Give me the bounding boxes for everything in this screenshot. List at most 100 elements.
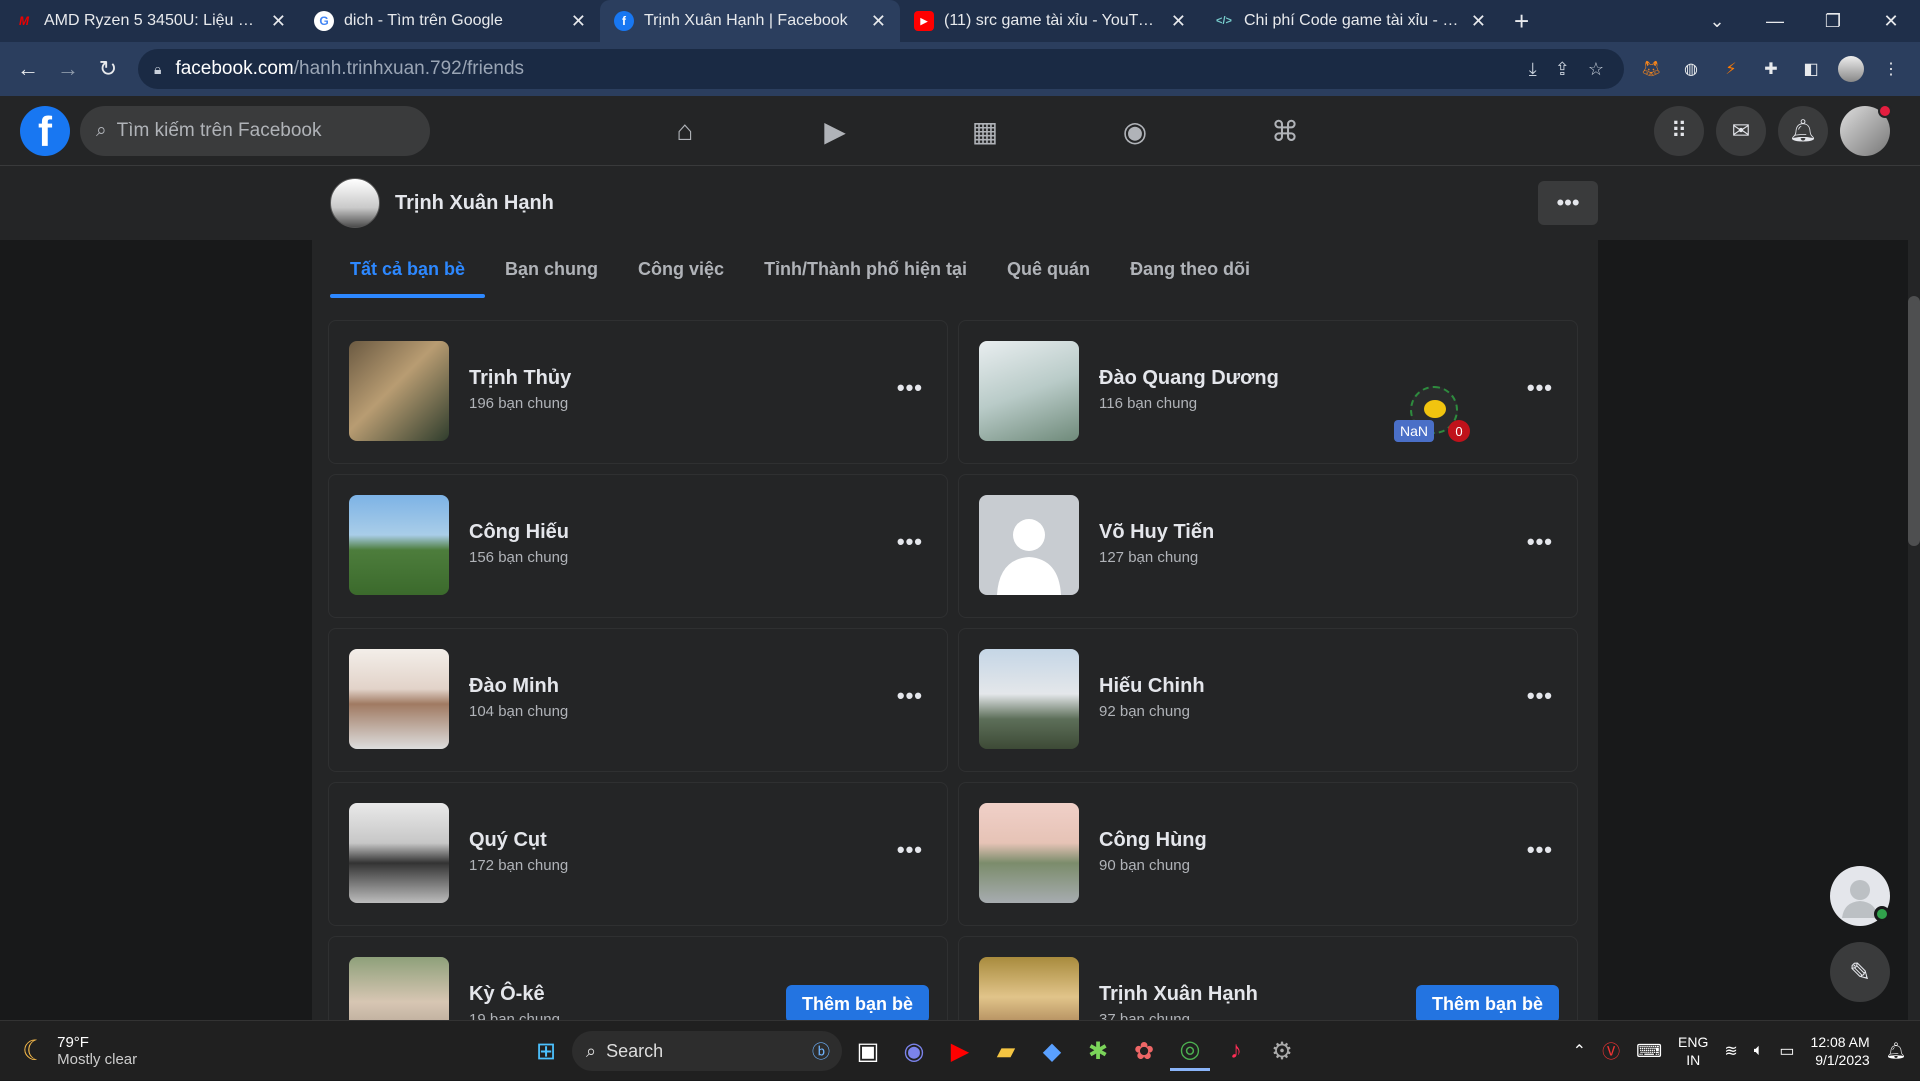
extension-slash-icon[interactable]: ⚡︎ xyxy=(1718,56,1744,82)
chrome-icon[interactable]: ◎ xyxy=(1170,1031,1210,1071)
menu-grid-icon[interactable]: ⠿ xyxy=(1654,106,1704,156)
kebab-menu-icon[interactable]: ⋮ xyxy=(1878,56,1904,82)
language-indicator[interactable]: ENG IN xyxy=(1678,1033,1708,1069)
floating-counter-widget[interactable]: NaN 0 xyxy=(1394,386,1474,446)
tab-hometown[interactable]: Quê quán xyxy=(987,240,1110,298)
friend-name[interactable]: Công Hùng xyxy=(1099,829,1207,852)
puzzle-icon[interactable]: ✚ xyxy=(1758,56,1784,82)
chat-contact-avatar[interactable] xyxy=(1830,866,1890,926)
friend-photo[interactable] xyxy=(979,957,1079,1020)
friend-name[interactable]: Quý Cụt xyxy=(469,829,547,852)
friend-name[interactable]: Trịnh Thủy xyxy=(469,367,571,390)
new-message-icon[interactable]: ✎ xyxy=(1830,942,1890,1002)
tab-work[interactable]: Công việc xyxy=(618,240,744,298)
friend-photo[interactable] xyxy=(979,341,1079,441)
watch-icon[interactable]: ▶ xyxy=(760,96,910,166)
friend-photo[interactable] xyxy=(349,957,449,1020)
gaming-icon[interactable]: ⌘ xyxy=(1210,96,1360,166)
forward-button[interactable]: → xyxy=(48,56,88,82)
chevron-up-icon[interactable]: ⌃ xyxy=(1573,1041,1586,1061)
sidepanel-icon[interactable]: ◧ xyxy=(1798,56,1824,82)
browser-tab-google[interactable]: G dich - Tìm trên Google ✕ xyxy=(300,0,600,42)
close-icon[interactable]: ✕ xyxy=(571,11,586,32)
extension-globe-icon[interactable]: ◍ xyxy=(1678,56,1704,82)
volume-icon[interactable]: 🔈︎ xyxy=(1754,1042,1764,1060)
tiktok-icon[interactable]: ♪ xyxy=(1216,1031,1256,1071)
friend-name[interactable]: Đào Minh xyxy=(469,675,559,698)
friend-name[interactable]: Đào Quang Dương xyxy=(1099,367,1279,390)
bookmark-star-icon[interactable]: ☆ xyxy=(1588,59,1604,80)
teams-chat-icon[interactable]: ◉ xyxy=(894,1031,934,1071)
close-icon[interactable]: ✕ xyxy=(271,11,286,32)
install-icon[interactable]: ⤓ xyxy=(1529,59,1537,80)
wifi-icon[interactable]: ≋ xyxy=(1724,1041,1737,1061)
friend-photo[interactable] xyxy=(349,341,449,441)
friend-photo[interactable] xyxy=(979,649,1079,749)
tab-following[interactable]: Đang theo dõi xyxy=(1110,240,1270,298)
profile-more-button[interactable]: ••• xyxy=(1538,181,1598,225)
task-view-icon[interactable]: ▣ xyxy=(848,1031,888,1071)
account-avatar[interactable] xyxy=(1840,104,1892,156)
friend-more-button[interactable]: ••• xyxy=(1527,683,1553,709)
friend-mutual-count[interactable]: 172 bạn chung xyxy=(469,857,568,874)
facebook-logo-icon[interactable]: f xyxy=(20,106,70,156)
keyboard-icon[interactable]: ⌨ xyxy=(1636,1041,1662,1062)
close-icon[interactable]: ✕ xyxy=(1471,11,1486,32)
close-window-button[interactable]: ✕ xyxy=(1862,11,1920,32)
browser-tab-facebook[interactable]: f Trịnh Xuân Hạnh | Facebook ✕ xyxy=(600,0,900,42)
app-icon-3[interactable]: ✿ xyxy=(1124,1031,1164,1071)
messenger-icon[interactable]: ✉ xyxy=(1716,106,1766,156)
add-friend-button[interactable]: Thêm bạn bè xyxy=(1415,985,1559,1020)
chrome-profile-avatar[interactable] xyxy=(1838,56,1864,82)
friend-more-button[interactable]: ••• xyxy=(897,683,923,709)
settings-gear-icon[interactable]: ⚙ xyxy=(1262,1031,1302,1071)
close-icon[interactable]: ✕ xyxy=(871,11,886,32)
friend-mutual-count[interactable]: 196 bạn chung xyxy=(469,395,568,412)
page-scrollbar[interactable] xyxy=(1908,166,1920,1020)
marketplace-icon[interactable]: ▦ xyxy=(910,96,1060,166)
friend-mutual-count[interactable]: 156 bạn chung xyxy=(469,549,568,566)
friend-name[interactable]: Công Hiếu xyxy=(469,521,569,544)
friend-name[interactable]: Võ Huy Tiến xyxy=(1099,521,1214,544)
profile-avatar[interactable] xyxy=(330,178,380,228)
friend-more-button[interactable]: ••• xyxy=(1527,529,1553,555)
tab-search-icon[interactable]: ⌄ xyxy=(1688,11,1746,32)
friend-name[interactable]: Kỳ Ô-kê xyxy=(469,983,545,1006)
notifications-bell-icon[interactable]: 🔔︎ xyxy=(1778,106,1828,156)
friend-more-button[interactable]: ••• xyxy=(1527,837,1553,863)
friend-mutual-count[interactable]: 37 bạn chung xyxy=(1099,1011,1190,1020)
friend-photo[interactable] xyxy=(349,649,449,749)
windows-start-icon[interactable]: ⊞ xyxy=(526,1031,566,1071)
friend-name[interactable]: Hiếu Chinh xyxy=(1099,675,1205,698)
friend-mutual-count[interactable]: 92 bạn chung xyxy=(1099,703,1190,720)
friend-photo-placeholder[interactable] xyxy=(979,495,1079,595)
add-friend-button[interactable]: Thêm bạn bè xyxy=(785,985,929,1020)
notification-bell-icon[interactable]: 🔔︎ xyxy=(1886,1041,1906,1061)
friend-more-button[interactable]: ••• xyxy=(897,837,923,863)
weather-widget[interactable]: ☾ 79°F Mostly clear xyxy=(22,1034,262,1068)
minimize-button[interactable]: — xyxy=(1746,11,1804,32)
url-field[interactable]: 🔒︎ facebook.com/hanh.trinhxuan.792/frien… xyxy=(138,49,1624,89)
friend-name[interactable]: Trịnh Xuân Hạnh xyxy=(1099,983,1258,1006)
tab-all-friends[interactable]: Tất cả bạn bè xyxy=(330,240,486,298)
battery-icon[interactable]: ▭ xyxy=(1779,1041,1794,1061)
friend-more-button[interactable]: ••• xyxy=(897,529,923,555)
facebook-search-input[interactable]: ⌕ Tìm kiếm trên Facebook xyxy=(80,106,430,156)
tab-mutual-friends[interactable]: Bạn chung xyxy=(485,240,618,298)
close-icon[interactable]: ✕ xyxy=(1171,11,1186,32)
share-icon[interactable]: ⇪ xyxy=(1555,59,1570,80)
friend-more-button[interactable]: ••• xyxy=(1527,375,1553,401)
reload-button[interactable]: ↻ xyxy=(88,56,128,82)
tab-current-city[interactable]: Tỉnh/Thành phố hiện tại xyxy=(744,240,987,298)
taskbar-search-input[interactable]: ⌕ Search ⓑ xyxy=(572,1031,842,1071)
browser-tab-youtube[interactable]: ▶ (11) src game tài xỉu - YouTube ✕ xyxy=(900,0,1200,42)
new-tab-button[interactable]: + xyxy=(1514,0,1529,42)
browser-tab-amd[interactable]: M AMD Ryzen 5 3450U: Liệu còn dù ✕ xyxy=(0,0,300,42)
friend-mutual-count[interactable]: 19 bạn chung xyxy=(469,1011,560,1020)
browser-tab-code[interactable]: </> Chi phí Code game tài xỉu - Code ✕ xyxy=(1200,0,1500,42)
youtube-app-icon[interactable]: ▶ xyxy=(940,1031,980,1071)
friend-more-button[interactable]: ••• xyxy=(897,375,923,401)
profile-name[interactable]: Trịnh Xuân Hạnh xyxy=(395,192,554,215)
tray-app-icon[interactable]: Ⓥ xyxy=(1602,1038,1620,1064)
app-icon-1[interactable]: ◆ xyxy=(1032,1031,1072,1071)
